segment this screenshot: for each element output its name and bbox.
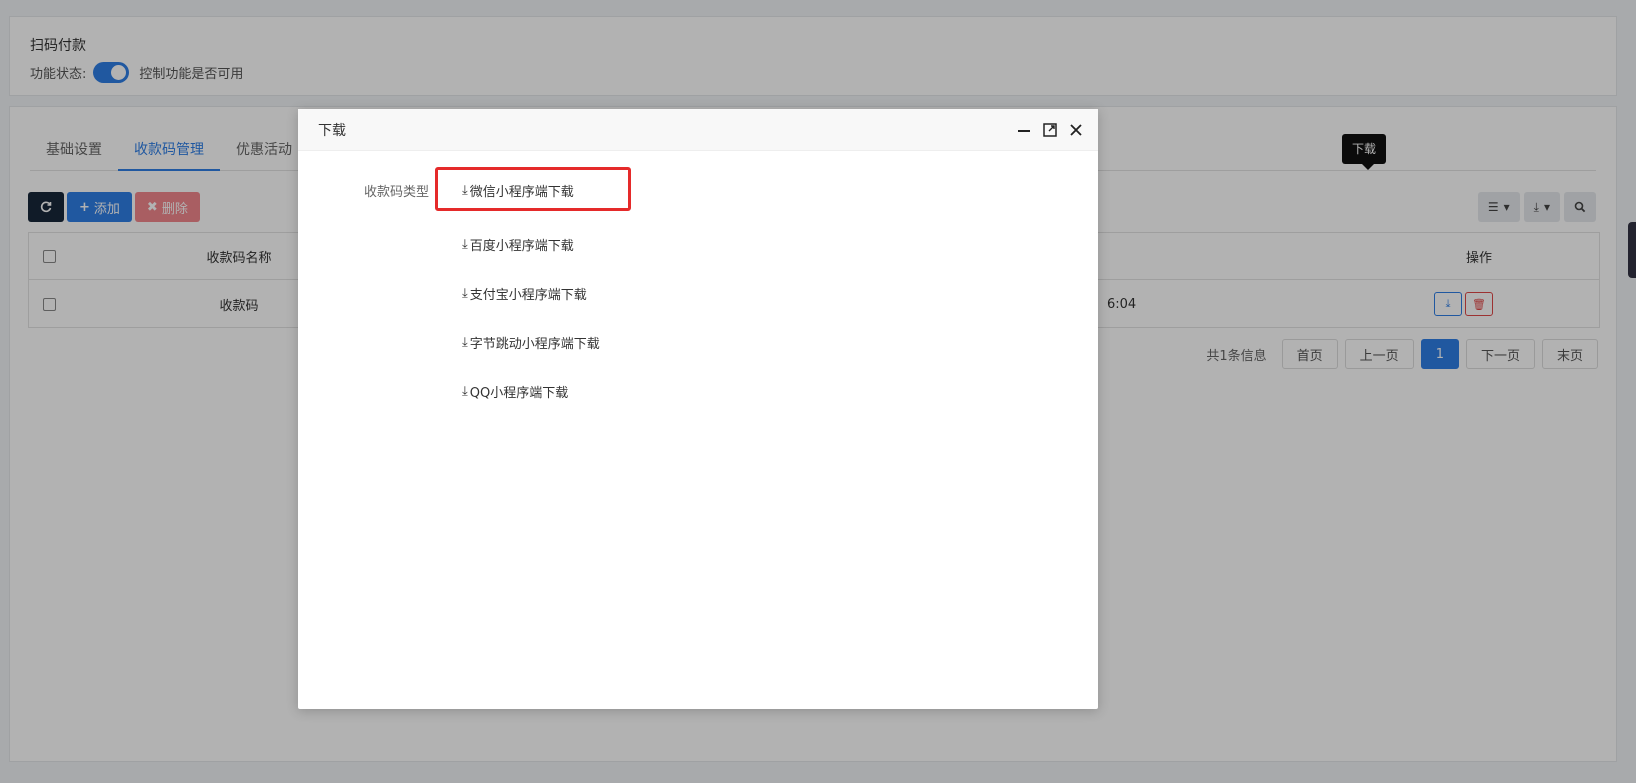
download-alipay-link[interactable]: ⤓ 支付宝小程序端下载 xyxy=(462,283,587,303)
download-icon: ⤓ xyxy=(462,383,468,399)
modal-header: 下载 xyxy=(298,109,1098,151)
download-alipay-label: 支付宝小程序端下载 xyxy=(469,287,587,303)
download-icon: ⤓ xyxy=(462,285,468,301)
maximize-icon[interactable] xyxy=(1042,122,1058,138)
download-icon: ⤓ xyxy=(462,334,468,350)
download-qq-link[interactable]: ⤓ QQ小程序端下载 xyxy=(462,381,568,401)
download-wechat-link[interactable]: ⤓ 微信小程序端下载 xyxy=(462,180,574,200)
download-qq-label: QQ小程序端下载 xyxy=(469,385,569,401)
download-modal: 下载 收款码类型 ⤓ 微信小程序端下载 ⤓ 百度小程序端下载 ⤓ 支付宝小程序端下载 … xyxy=(298,109,1098,709)
modal-body: 收款码类型 ⤓ 微信小程序端下载 ⤓ 百度小程序端下载 ⤓ 支付宝小程序端下载 ⤓ 字节… xyxy=(298,151,1098,707)
download-baidu-label: 百度小程序端下载 xyxy=(469,238,574,254)
modal-controls xyxy=(1016,109,1084,151)
download-wechat-label: 微信小程序端下载 xyxy=(469,184,574,200)
modal-title: 下载 xyxy=(318,122,346,139)
close-icon[interactable] xyxy=(1068,122,1084,138)
code-type-label: 收款码类型 xyxy=(364,185,430,200)
minimize-icon[interactable] xyxy=(1016,122,1032,138)
download-baidu-link[interactable]: ⤓ 百度小程序端下载 xyxy=(462,234,574,254)
download-bytedance-link[interactable]: ⤓ 字节跳动小程序端下载 xyxy=(462,332,600,352)
download-icon: ⤓ xyxy=(462,236,468,252)
download-icon: ⤓ xyxy=(462,182,468,198)
download-bytedance-label: 字节跳动小程序端下载 xyxy=(469,336,600,352)
